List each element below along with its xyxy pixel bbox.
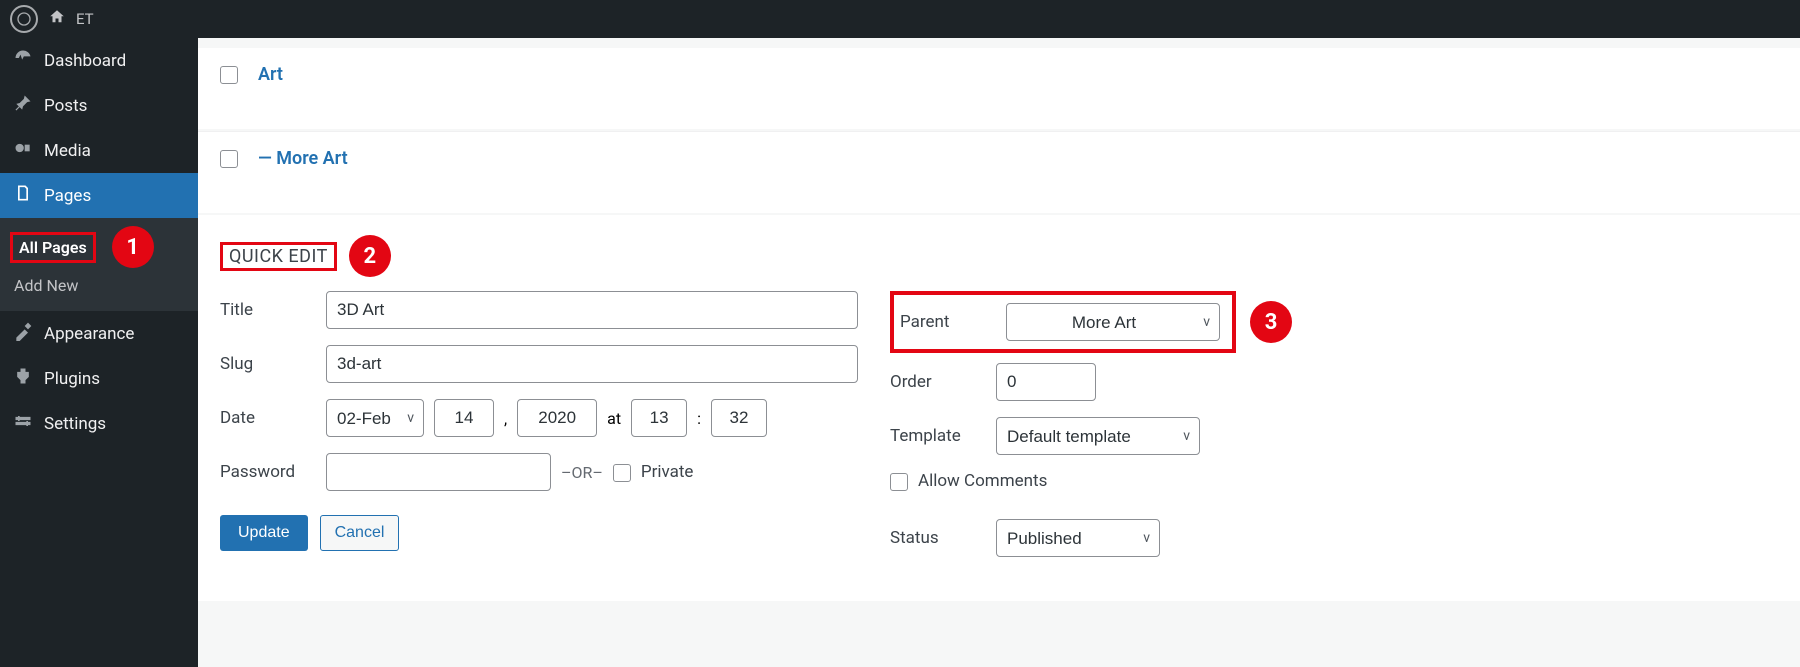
sidebar-label: Plugins bbox=[44, 369, 100, 389]
page-link-art[interactable]: Art bbox=[258, 64, 283, 85]
password-label: Password bbox=[220, 462, 316, 482]
status-label: Status bbox=[890, 528, 986, 548]
order-input[interactable] bbox=[996, 363, 1096, 401]
slug-input[interactable] bbox=[326, 345, 858, 383]
sidebar-item-pages[interactable]: Pages bbox=[0, 173, 198, 218]
page-link-more-art[interactable]: — More Art bbox=[258, 148, 348, 169]
slug-label: Slug bbox=[220, 354, 316, 374]
quick-edit-right-col: Parent More Art v 3 Order bbox=[890, 291, 1410, 573]
annotation-marker-3: 3 bbox=[1250, 301, 1292, 343]
date-hour-input[interactable] bbox=[631, 399, 687, 437]
sidebar-label: Pages bbox=[44, 186, 91, 206]
title-input[interactable] bbox=[326, 291, 858, 329]
parent-select[interactable]: More Art bbox=[1006, 303, 1220, 341]
sidebar-item-dashboard[interactable]: Dashboard bbox=[0, 38, 198, 83]
date-label: Date bbox=[220, 408, 316, 428]
admin-bar: ET bbox=[0, 0, 1800, 38]
or-text: –OR– bbox=[561, 463, 603, 482]
media-icon bbox=[12, 138, 34, 163]
template-select[interactable]: Default template bbox=[996, 417, 1200, 455]
sidebar-item-posts[interactable]: Posts bbox=[0, 83, 198, 128]
pages-icon bbox=[12, 183, 34, 208]
sidebar-label: Posts bbox=[44, 96, 87, 116]
main-content: Art — More Art QUICK EDIT 2 Title Slug bbox=[198, 38, 1800, 667]
admin-sidebar: Dashboard Posts Media Pages All Pages 1 … bbox=[0, 38, 198, 667]
sidebar-label: Settings bbox=[44, 414, 106, 434]
sidebar-label: Appearance bbox=[44, 324, 134, 344]
sidebar-item-appearance[interactable]: Appearance bbox=[0, 311, 198, 356]
sidebar-item-media[interactable]: Media bbox=[0, 128, 198, 173]
sidebar-sub-all-pages[interactable]: All Pages bbox=[10, 232, 96, 263]
template-label: Template bbox=[890, 426, 986, 446]
sidebar-submenu: All Pages 1 Add New bbox=[0, 218, 198, 311]
date-colon: : bbox=[697, 409, 701, 428]
password-input[interactable] bbox=[326, 453, 551, 491]
sidebar-sub-add-new[interactable]: Add New bbox=[0, 268, 198, 303]
home-icon[interactable] bbox=[48, 8, 66, 31]
annotation-marker-2: 2 bbox=[349, 235, 391, 277]
private-label: Private bbox=[641, 462, 694, 482]
sidebar-item-settings[interactable]: Settings bbox=[0, 401, 198, 446]
pin-icon bbox=[12, 93, 34, 118]
cancel-button[interactable]: Cancel bbox=[320, 515, 400, 551]
date-at: at bbox=[607, 409, 621, 428]
appearance-icon bbox=[12, 321, 34, 346]
quick-edit-panel: QUICK EDIT 2 Title Slug Date 02 bbox=[198, 215, 1800, 601]
sidebar-item-plugins[interactable]: Plugins bbox=[0, 356, 198, 401]
private-checkbox[interactable] bbox=[613, 464, 631, 482]
settings-icon bbox=[12, 411, 34, 436]
date-comma: , bbox=[504, 409, 507, 428]
site-name[interactable]: ET bbox=[76, 10, 94, 28]
date-month-select[interactable]: 02-Feb bbox=[326, 399, 424, 437]
sidebar-label: Dashboard bbox=[44, 51, 126, 71]
date-year-input[interactable] bbox=[517, 399, 597, 437]
parent-annotation-box: Parent More Art v bbox=[890, 291, 1236, 353]
dashboard-icon bbox=[12, 48, 34, 73]
plugins-icon bbox=[12, 366, 34, 391]
annotation-marker-1: 1 bbox=[112, 226, 154, 268]
wordpress-logo-icon[interactable] bbox=[10, 5, 38, 33]
update-button[interactable]: Update bbox=[220, 515, 308, 551]
order-label: Order bbox=[890, 372, 986, 392]
allow-comments-checkbox[interactable] bbox=[890, 473, 908, 491]
row-checkbox[interactable] bbox=[220, 150, 238, 168]
allow-comments-label: Allow Comments bbox=[918, 471, 1047, 491]
sidebar-label: Media bbox=[44, 141, 91, 161]
parent-label: Parent bbox=[900, 312, 996, 332]
date-day-input[interactable] bbox=[434, 399, 494, 437]
row-checkbox[interactable] bbox=[220, 66, 238, 84]
page-list-row: — More Art bbox=[198, 131, 1800, 213]
quick-edit-left-col: Title Slug Date 02-Feb v bbox=[220, 291, 860, 573]
quick-edit-heading: QUICK EDIT bbox=[220, 242, 337, 271]
date-minute-input[interactable] bbox=[711, 399, 767, 437]
title-label: Title bbox=[220, 300, 316, 320]
page-list-row: Art bbox=[198, 48, 1800, 129]
status-select[interactable]: Published bbox=[996, 519, 1160, 557]
